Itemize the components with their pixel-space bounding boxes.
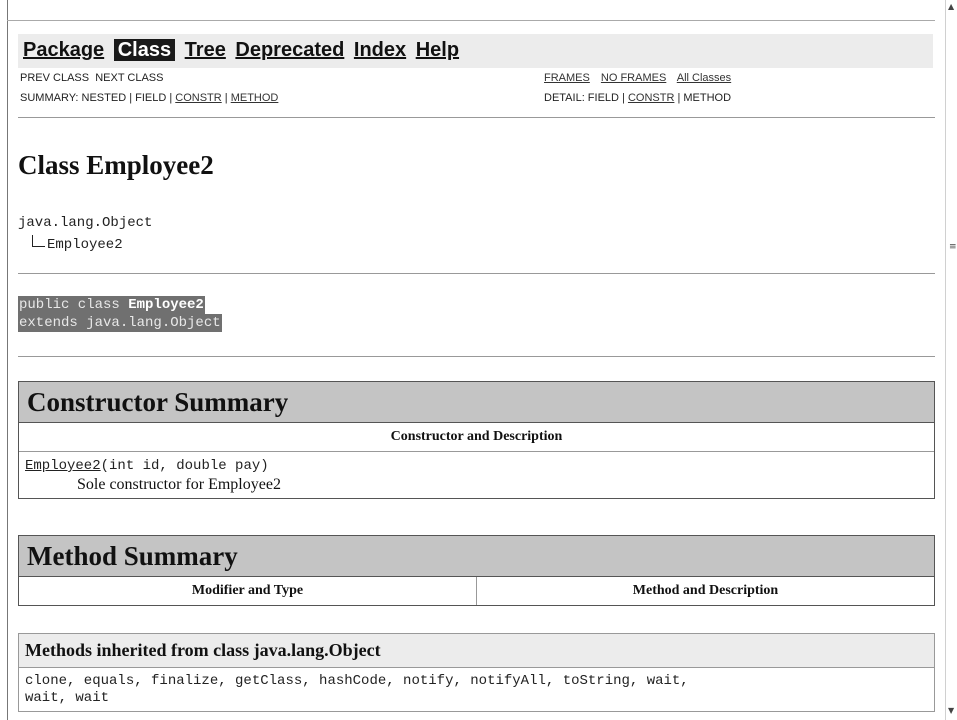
declaration-line-2: extends java.lang.Object: [18, 314, 222, 332]
nav-index-link[interactable]: Index: [354, 39, 406, 61]
inherited-methods-list: clone, equals, finalize, getClass, hashC…: [19, 668, 934, 711]
declaration-line-1: public class Employee2: [18, 296, 205, 314]
divider: [18, 356, 935, 357]
constructor-description: Sole constructor for Employee2: [77, 476, 281, 493]
method-description-column-header: Method and Description: [476, 577, 934, 605]
prev-class-label: PREV CLASS: [20, 72, 90, 84]
page-title: Class Employee2: [18, 150, 214, 180]
divider: [18, 273, 935, 274]
summary-navigation: SUMMARY: NESTED | FIELD | CONSTR | METHO…: [20, 92, 278, 104]
constructor-params: (int id, double pay): [100, 458, 269, 474]
inherited-methods-line-1: clone, equals, finalize, getClass, hashC…: [25, 673, 689, 689]
method-summary-title: Method Summary: [19, 536, 934, 577]
constructor-column-header-row: Constructor and Description: [19, 423, 934, 452]
detail-prefix: DETAIL: FIELD |: [544, 92, 628, 104]
inherited-methods-title: Methods inherited from class java.lang.O…: [19, 634, 934, 668]
declaration-class-name: Employee2: [128, 297, 204, 313]
detail-navigation: DETAIL: FIELD | CONSTR | METHOD: [544, 92, 731, 104]
method-summary-table: Method Summary Modifier and Type Method …: [18, 535, 935, 606]
nav-package-link[interactable]: Package: [23, 39, 104, 61]
modifier-type-column-header: Modifier and Type: [191, 583, 304, 598]
nav-tree-link[interactable]: Tree: [185, 39, 226, 61]
vertical-scrollbar[interactable]: ▲ ≡ ▼: [945, 0, 957, 720]
inheritance-parent: java.lang.Object: [18, 215, 153, 231]
table-row: Employee2(int id, double pay) Sole const…: [19, 452, 934, 498]
scroll-down-arrow-icon[interactable]: ▼: [948, 706, 954, 715]
scroll-grip-icon[interactable]: ≡: [949, 242, 957, 252]
frames-navigation: FRAMES NO FRAMES All Classes: [544, 72, 739, 84]
top-navbar: Package Class Tree Deprecated Index Help: [18, 34, 933, 68]
nav-links: Package Class Tree Deprecated Index Help: [23, 39, 463, 62]
nav-class-current: Class: [113, 39, 176, 61]
frame-top-border: [7, 20, 935, 21]
frame-left-border: [7, 0, 8, 720]
method-column-header-row: Modifier and Type Method and Description: [19, 577, 934, 605]
detail-constr-link[interactable]: CONSTR: [628, 92, 674, 104]
inheritance-child-row: Employee2: [32, 235, 123, 253]
nav-deprecated-link[interactable]: Deprecated: [235, 39, 344, 61]
declaration-modifiers: public class: [19, 297, 129, 313]
constructor-signature: Employee2(int id, double pay): [25, 458, 934, 474]
constructor-summary-title: Constructor Summary: [19, 382, 934, 423]
constructor-link[interactable]: Employee2: [25, 458, 101, 474]
class-navigation: PREV CLASS NEXT CLASS: [20, 72, 164, 84]
constructor-summary-table: Constructor Summary Constructor and Desc…: [18, 381, 935, 499]
detail-suffix: | METHOD: [674, 92, 732, 104]
summary-prefix: SUMMARY: NESTED | FIELD |: [20, 92, 176, 104]
scroll-up-arrow-icon[interactable]: ▲: [948, 2, 954, 11]
divider: [18, 117, 935, 118]
frames-link[interactable]: FRAMES: [544, 72, 590, 84]
summary-separator: |: [221, 92, 231, 104]
constructor-column-header: Constructor and Description: [390, 429, 563, 444]
tree-branch-icon: [32, 235, 45, 247]
inheritance-child: Employee2: [47, 237, 123, 253]
inherited-methods-line-2: wait, wait: [25, 690, 110, 706]
no-frames-link[interactable]: NO FRAMES: [601, 72, 666, 84]
next-class-label: NEXT CLASS: [95, 72, 164, 84]
inherited-methods-table: Methods inherited from class java.lang.O…: [18, 633, 935, 712]
all-classes-link[interactable]: All Classes: [677, 72, 731, 84]
summary-method-link[interactable]: METHOD: [231, 92, 279, 104]
javadoc-page: ▲ ≡ ▼ Package Class Tree Deprecated Inde…: [0, 0, 957, 720]
nav-help-link[interactable]: Help: [416, 39, 459, 61]
summary-constr-link[interactable]: CONSTR: [175, 92, 221, 104]
class-declaration: public class Employee2 extends java.lang…: [18, 296, 222, 332]
